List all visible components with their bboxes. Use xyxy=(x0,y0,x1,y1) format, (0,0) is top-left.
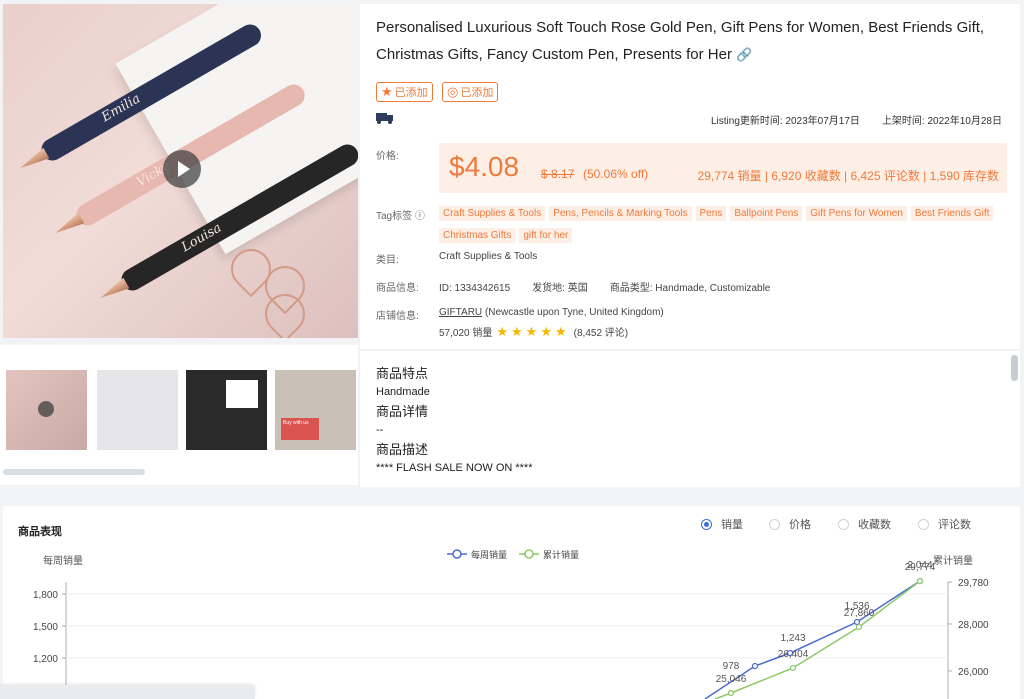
data-label: 29,774 xyxy=(905,562,936,573)
product-main-image[interactable]: Emilia Vicky Louisa xyxy=(3,4,358,338)
thumbnail-image[interactable] xyxy=(6,370,87,450)
features-title: 商品特点 xyxy=(376,366,429,381)
right-tick-label: 29,780 xyxy=(958,578,989,589)
data-label: 1,243 xyxy=(780,633,805,644)
data-label: 27,860 xyxy=(844,608,875,619)
features-text: Handmade xyxy=(376,386,430,398)
shop-info: GIFTARU (Newcastle upon Tyne, United Kin… xyxy=(439,307,664,318)
thumb-card-text: Buy with us xyxy=(281,418,319,440)
shop-label: 店铺信息: xyxy=(376,311,419,322)
thumbnail-image[interactable] xyxy=(186,370,267,450)
price-label: 价格: xyxy=(376,151,399,162)
category-value: Craft Supplies & Tools xyxy=(439,251,538,262)
tag-list: Craft Supplies & Tools Pens, Pencils & Ma… xyxy=(439,203,1009,247)
product-title: Personalised Luxurious Soft Touch Rose G… xyxy=(376,14,996,68)
tag-chip[interactable]: Christmas Gifts xyxy=(439,228,516,243)
shop-reviews: (8,452 评论) xyxy=(573,328,629,339)
shop-name-link[interactable]: GIFTARU xyxy=(439,307,482,318)
bottom-toolbar xyxy=(0,685,255,699)
favorite-label: 已添加 xyxy=(394,87,428,99)
ship-from: 发货地: 英国 xyxy=(532,283,588,294)
data-label: 978 xyxy=(723,661,740,672)
page: Emilia Vicky Louisa Buy with us Personal… xyxy=(0,0,1024,699)
shop-rating: 57,020 销量 ★★★★★ (8,452 评论) xyxy=(439,324,628,340)
data-point xyxy=(916,577,924,585)
discount-text: (50.06% off) xyxy=(583,167,649,181)
legend-label: 每周销量 xyxy=(471,549,507,560)
help-icon[interactable]: ⓘ xyxy=(415,211,425,222)
play-video-button[interactable] xyxy=(163,150,201,188)
thumbnail-image[interactable] xyxy=(97,370,178,450)
thumbnail-image[interactable]: Buy with us xyxy=(275,370,356,450)
track-label: 已添加 xyxy=(460,87,494,99)
right-tick-label: 28,000 xyxy=(958,620,989,631)
truck-icon xyxy=(376,112,394,124)
product-type: 商品类型: Handmade, Customizable xyxy=(609,283,771,294)
data-label: 25,046 xyxy=(716,674,747,685)
category-label: 类目: xyxy=(376,255,399,266)
star-icon: ★ xyxy=(381,84,393,99)
sales-stats: 29,774 销量 | 6,920 收藏数 | 6,425 评论数 | 1,59… xyxy=(697,169,999,183)
left-axis-label: 每周销量 xyxy=(43,554,83,567)
date-info: Listing更新时间: 2023年07月17日 上架时间: 2022年10月28… xyxy=(711,112,1002,127)
description-text: **** FLASH SALE NOW ON **** xyxy=(376,462,533,474)
price-box: $4.08 $ 8.17 (50.06% off) 29,774 销量 | 6,… xyxy=(439,143,1007,193)
vertical-scrollbar[interactable] xyxy=(1011,355,1018,381)
tag-chip[interactable]: gift for her xyxy=(519,228,573,243)
link-icon[interactable]: 🔗 xyxy=(736,47,752,62)
left-tick-label: 1,800 xyxy=(33,590,58,601)
legend-marker xyxy=(452,549,462,559)
details-text: -- xyxy=(376,424,384,436)
current-price: $4.08 xyxy=(449,151,520,182)
rating-stars-icon: ★★★★★ xyxy=(496,324,570,339)
description-panel: 商品特点 Handmade 商品详情 -- 商品描述 **** FLASH SA… xyxy=(360,351,1020,487)
data-point xyxy=(855,623,863,631)
engraving-text: Louisa xyxy=(179,220,225,256)
data-point xyxy=(853,618,861,626)
product-info-values: ID: 1334342615 发货地: 英国 商品类型: Handmade, Cus… xyxy=(439,279,770,294)
thumbnail-strip: Buy with us xyxy=(0,345,358,485)
product-id: ID: 1334342615 xyxy=(439,283,511,294)
right-tick-label: 26,000 xyxy=(958,667,989,678)
target-icon: ◎ xyxy=(447,84,459,99)
data-point xyxy=(727,689,735,697)
track-button[interactable]: ◎ 已添加 xyxy=(442,82,499,102)
original-price: $ 8.17 xyxy=(541,167,575,181)
details-title: 商品详情 xyxy=(376,404,429,419)
shop-location: (Newcastle upon Tyne, United Kingdom) xyxy=(484,307,664,318)
description-title: 商品描述 xyxy=(376,442,429,457)
tag-chip[interactable]: Pens xyxy=(695,206,727,221)
engraving-text: Emilia xyxy=(99,91,144,126)
left-tick-label: 1,200 xyxy=(33,654,58,665)
left-tick-label: 1,500 xyxy=(33,622,58,633)
data-point xyxy=(789,664,797,672)
data-label: 26,404 xyxy=(778,649,809,660)
right-axis-label: 累计销量 xyxy=(933,554,973,567)
favorite-button[interactable]: ★ 已添加 xyxy=(376,82,433,102)
sales-chart: 每周销量 累计销量 1,800 1,500 1,200 29,780 28,000 26,00… xyxy=(33,549,989,699)
performance-chart-panel: 商品表现 销量 价格 收藏数 评论数 每周销量 累计销量 1,800 1,500 1,2… xyxy=(3,506,1020,699)
listed-date: 上架时间: 2022年10月28日 xyxy=(881,116,1002,127)
legend-marker xyxy=(524,549,534,559)
listing-update-date: Listing更新时间: 2023年07月17日 xyxy=(710,116,860,127)
product-title-text: Personalised Luxurious Soft Touch Rose G… xyxy=(376,19,985,63)
tag-label-text: Tag标签 xyxy=(376,211,413,222)
tag-label: Tag标签 ⓘ xyxy=(376,207,425,222)
data-point xyxy=(751,662,759,670)
tag-chip[interactable]: Craft Supplies & Tools xyxy=(439,206,546,221)
horizontal-scrollbar[interactable] xyxy=(3,469,145,475)
tag-chip[interactable]: Pens, Pencils & Marking Tools xyxy=(549,206,692,221)
legend-label: 累计销量 xyxy=(543,549,579,560)
play-icon xyxy=(38,401,54,417)
product-info-label: 商品信息: xyxy=(376,283,419,294)
tag-chip[interactable]: Best Friends Gift xyxy=(910,206,994,221)
tag-chip[interactable]: Gift Pens for Women xyxy=(806,206,907,221)
product-info-panel: Personalised Luxurious Soft Touch Rose G… xyxy=(360,4,1020,349)
shop-sales: 57,020 销量 xyxy=(439,328,493,339)
tag-chip[interactable]: Ballpoint Pens xyxy=(730,206,803,221)
